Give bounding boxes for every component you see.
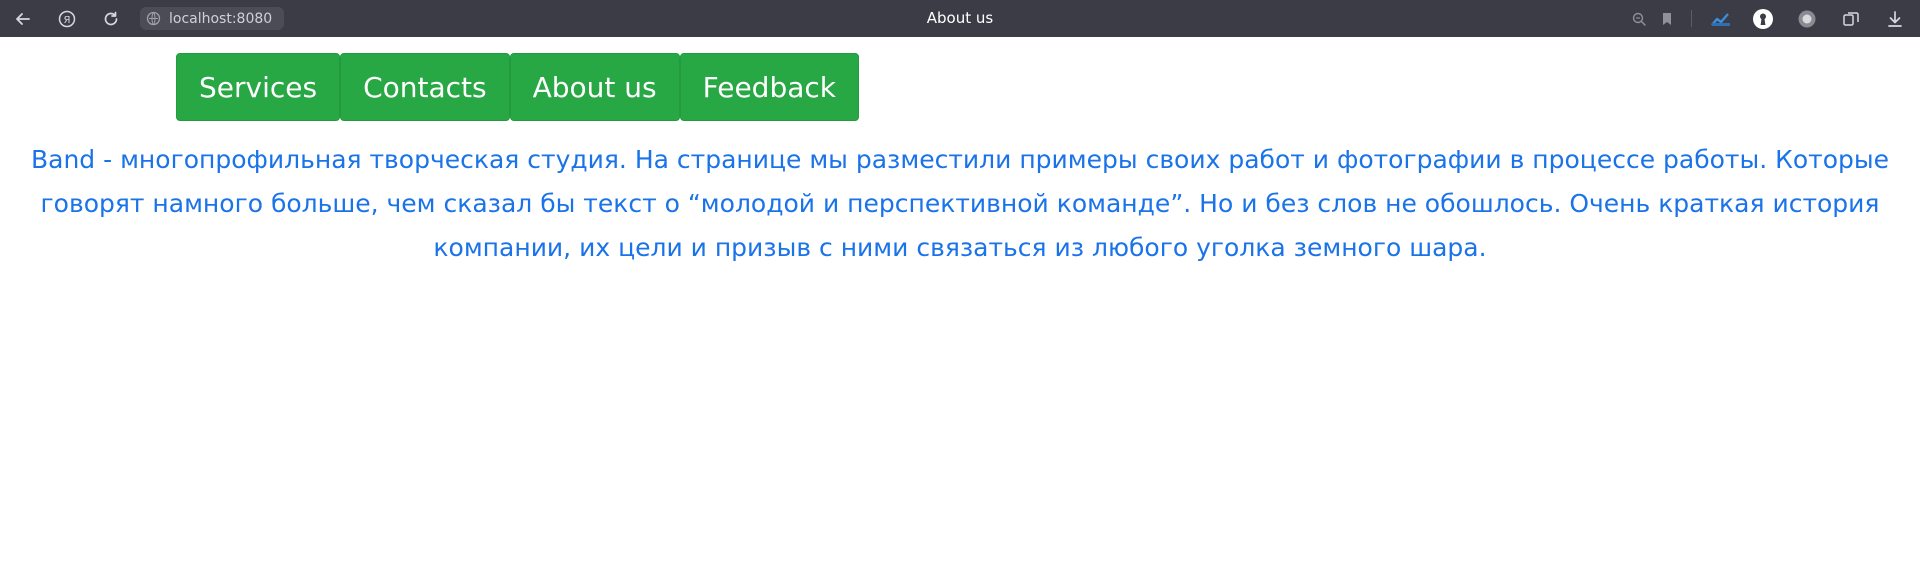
address-bar[interactable]: localhost:8080 [140,7,284,30]
main-nav: Services Contacts About us Feedback [176,53,859,121]
site-info-icon[interactable] [143,9,163,29]
nav-contacts-button[interactable]: Contacts [340,53,510,121]
nav-feedback-button[interactable]: Feedback [679,53,859,121]
tabs-icon[interactable] [1838,6,1864,32]
reader-mode-icon[interactable] [1626,6,1652,32]
download-icon[interactable] [1882,6,1908,32]
yandex-icon[interactable]: Я [54,6,80,32]
keyhole-icon[interactable] [1750,6,1776,32]
toolbar-separator [1691,10,1692,27]
reload-icon[interactable] [98,6,124,32]
record-icon[interactable] [1794,6,1820,32]
extension-chart-icon[interactable] [1708,6,1734,32]
url-text[interactable]: localhost:8080 [169,11,272,27]
browser-toolbar: Я localhost:8080 About us [0,0,1920,37]
svg-text:Я: Я [64,15,71,26]
about-paragraph: Band - многопрофильная творческая студия… [30,145,1890,262]
nav-services-button[interactable]: Services [176,53,341,121]
nav-about-us-button[interactable]: About us [509,53,680,121]
bookmark-icon[interactable] [1654,6,1680,32]
back-arrow-icon[interactable] [10,6,36,32]
